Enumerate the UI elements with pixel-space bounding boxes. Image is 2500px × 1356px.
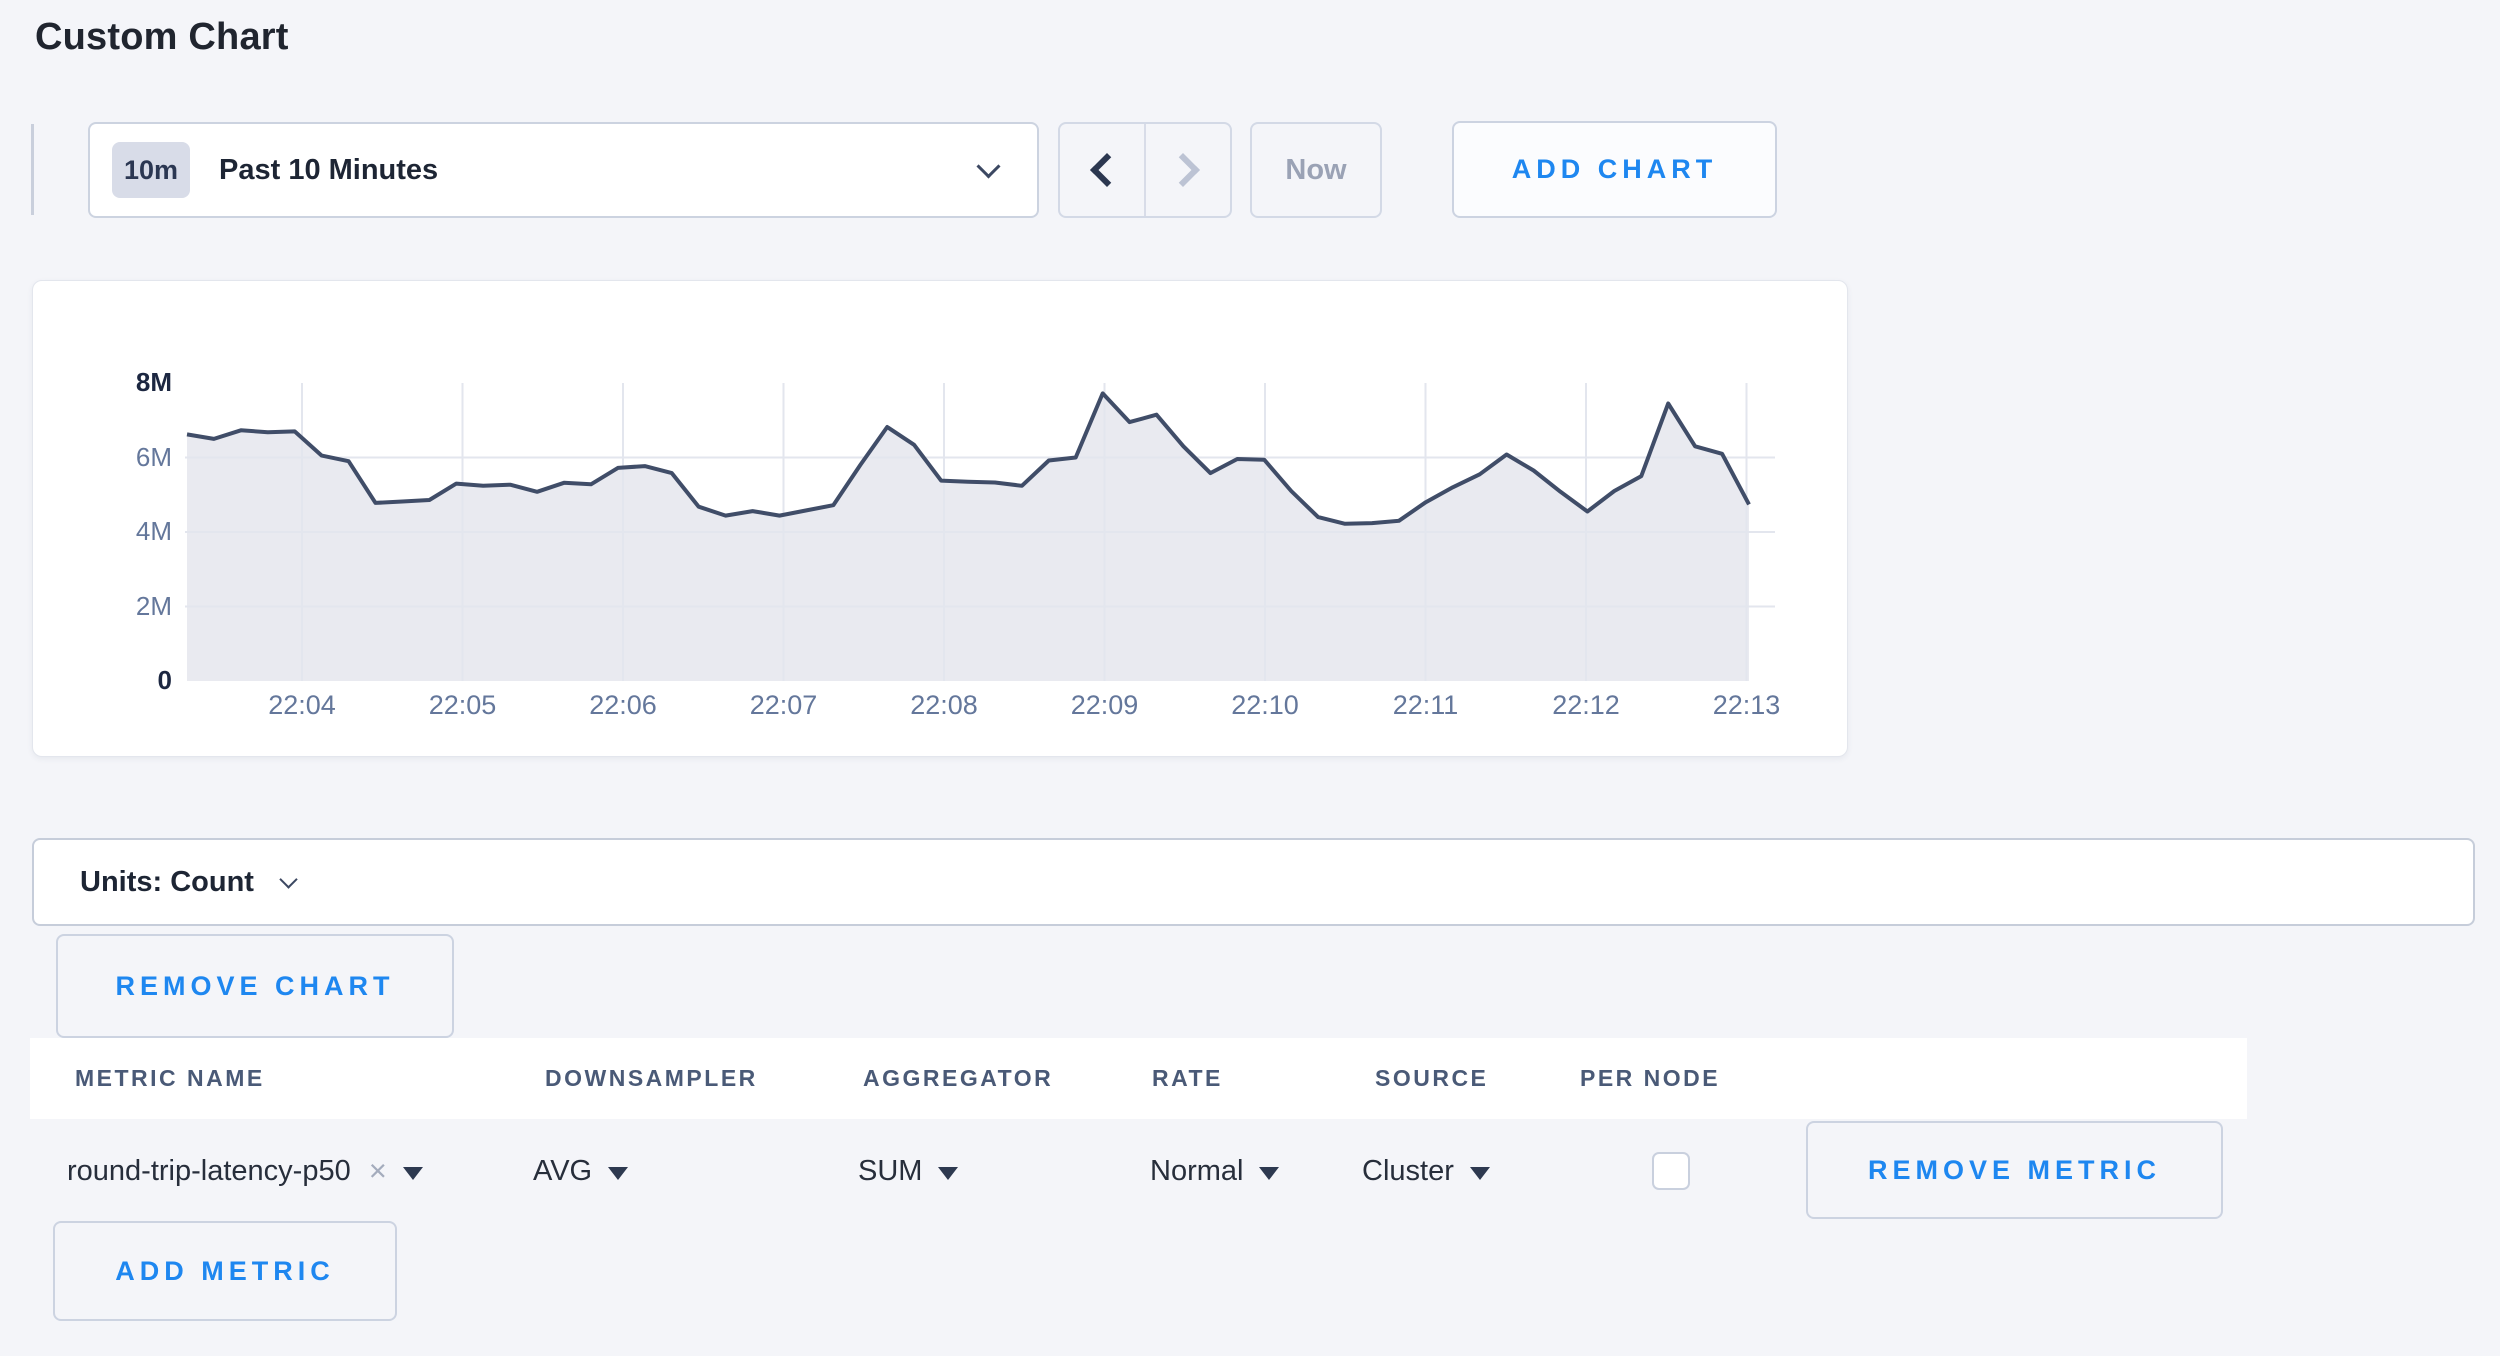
- chevron-left-icon: [1090, 153, 1124, 187]
- metric-name-dropdown[interactable]: round-trip-latency-p50 ×: [67, 1141, 423, 1201]
- latency-area-chart: [185, 383, 1775, 681]
- chevron-right-icon: [1166, 153, 1200, 187]
- x-tick-label: 22:04: [232, 690, 372, 721]
- time-range-badge: 10m: [112, 142, 190, 198]
- x-tick-label: 22:11: [1356, 690, 1496, 721]
- column-header-downsampler: DOWNSAMPLER: [545, 1038, 758, 1119]
- x-tick-label: 22:10: [1195, 690, 1335, 721]
- units-label: Units: Count: [80, 866, 254, 899]
- remove-metric-button[interactable]: REMOVE METRIC: [1806, 1121, 2223, 1219]
- caret-down-icon: [608, 1167, 628, 1180]
- column-header-aggregator: AGGREGATOR: [863, 1038, 1053, 1119]
- column-header-per-node: PER NODE: [1580, 1038, 1720, 1119]
- y-tick-label: 0: [60, 665, 172, 695]
- column-header-rate: RATE: [1152, 1038, 1223, 1119]
- time-range-select[interactable]: 10m Past 10 Minutes: [88, 122, 1039, 218]
- chevron-down-icon: [976, 154, 1000, 178]
- remove-chart-button[interactable]: REMOVE CHART: [56, 934, 454, 1038]
- aggregator-value: SUM: [858, 1155, 922, 1188]
- per-node-checkbox[interactable]: [1652, 1152, 1690, 1190]
- downsampler-value: AVG: [533, 1155, 592, 1188]
- x-tick-label: 22:05: [393, 690, 533, 721]
- source-dropdown[interactable]: Cluster: [1362, 1141, 1490, 1201]
- y-tick-label: 6M: [60, 442, 172, 472]
- caret-down-icon: [938, 1167, 958, 1180]
- x-tick-label: 22:13: [1677, 690, 1817, 721]
- page-title: Custom Chart: [35, 16, 289, 59]
- caret-down-icon: [1259, 1167, 1279, 1180]
- column-header-metric-name: METRIC NAME: [75, 1038, 265, 1119]
- x-tick-label: 22:12: [1516, 690, 1656, 721]
- clear-metric-icon[interactable]: ×: [369, 1153, 387, 1189]
- add-chart-button[interactable]: ADD CHART: [1452, 121, 1777, 218]
- column-header-source: SOURCE: [1375, 1038, 1488, 1119]
- metrics-table-header: [30, 1038, 2247, 1119]
- metric-name-value: round-trip-latency-p50: [67, 1155, 351, 1188]
- source-value: Cluster: [1362, 1155, 1454, 1188]
- rate-value: Normal: [1150, 1155, 1243, 1188]
- add-metric-button[interactable]: ADD METRIC: [53, 1221, 397, 1321]
- rate-dropdown[interactable]: Normal: [1150, 1141, 1279, 1201]
- x-tick-label: 22:07: [714, 690, 854, 721]
- time-step-button-group: [1058, 122, 1232, 218]
- y-tick-label: 4M: [60, 516, 172, 546]
- y-tick-label: 2M: [60, 591, 172, 621]
- caret-down-icon: [403, 1167, 423, 1180]
- now-button[interactable]: Now: [1250, 122, 1382, 218]
- chevron-down-icon: [279, 870, 297, 888]
- x-tick-label: 22:08: [874, 690, 1014, 721]
- next-time-button[interactable]: [1144, 124, 1230, 216]
- prev-time-button[interactable]: [1060, 124, 1144, 216]
- time-range-label: Past 10 Minutes: [219, 154, 980, 187]
- units-select[interactable]: Units: Count: [32, 838, 2475, 926]
- downsampler-dropdown[interactable]: AVG: [533, 1141, 628, 1201]
- x-tick-label: 22:09: [1035, 690, 1175, 721]
- x-tick-label: 22:06: [553, 690, 693, 721]
- aggregator-dropdown[interactable]: SUM: [858, 1141, 958, 1201]
- y-tick-label: 8M: [60, 367, 172, 397]
- toolbar-divider: [31, 124, 34, 215]
- caret-down-icon: [1470, 1167, 1490, 1180]
